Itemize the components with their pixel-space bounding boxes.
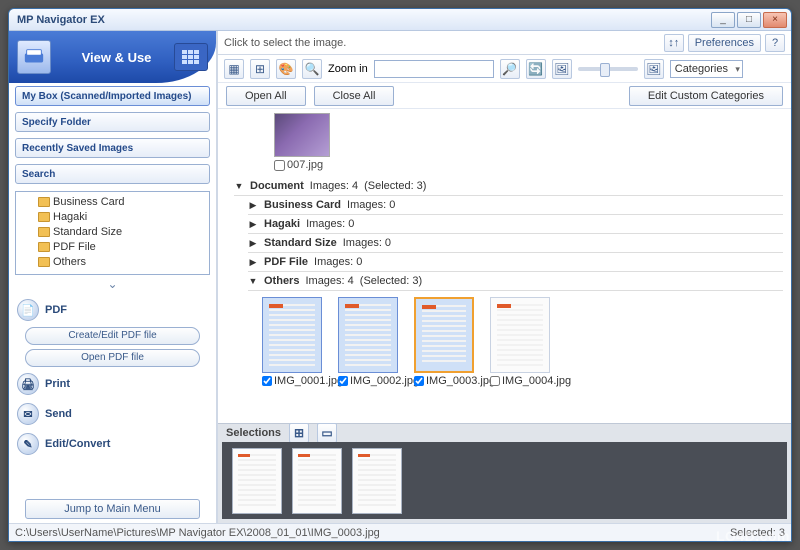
toolbar-hint: Click to select the image.	[224, 37, 346, 49]
group-header-others[interactable]: ▼OthersImages: 4(Selected: 3)	[248, 272, 783, 291]
disclosure-triangle-icon[interactable]: ▶	[248, 238, 258, 249]
nav-my-box[interactable]: My Box (Scanned/Imported Images)	[15, 86, 210, 106]
thumbnail[interactable]	[274, 113, 330, 157]
thumb-checkbox[interactable]	[262, 376, 272, 386]
folder-tree[interactable]: Business Card Hagaki Standard Size PDF F…	[15, 191, 210, 275]
group-header-document[interactable]: ▼ Document Images: 4 (Selected: 3)	[234, 177, 783, 196]
image-large-icon: 🖼	[644, 59, 664, 79]
status-path: C:\Users\UserName\Pictures\MP Navigator …	[15, 527, 380, 539]
status-selected-count: Selected: 3	[730, 527, 785, 539]
nav-recently-saved[interactable]: Recently Saved Images	[15, 138, 210, 158]
search-input[interactable]	[374, 60, 494, 78]
view-large-icon[interactable]: ▦	[224, 59, 244, 79]
folder-icon	[38, 197, 50, 207]
thumbnail-card[interactable]: IMG_0001.jpg	[262, 297, 326, 387]
preferences-button[interactable]: Preferences	[688, 34, 761, 52]
window-title: MP Navigator EX	[13, 14, 105, 26]
thumb-checkbox[interactable]	[274, 160, 285, 171]
minimize-button[interactable]: _	[711, 12, 735, 28]
zoom-in-label: Zoom in	[328, 63, 368, 75]
print-icon: 🖨	[17, 373, 39, 395]
thumbnail-size-slider[interactable]	[578, 67, 638, 71]
disclosure-triangle-icon[interactable]: ▶	[248, 257, 258, 268]
group-header[interactable]: ▶Standard SizeImages: 0	[248, 234, 783, 253]
send-section[interactable]: ✉ Send	[9, 399, 216, 429]
grid-mode-icon[interactable]	[174, 43, 208, 71]
search-go-icon[interactable]: 🔎	[500, 59, 520, 79]
image-list[interactable]: 007.jpg ▼ Document Images: 4 (Selected: …	[218, 109, 791, 423]
send-icon: ✉	[17, 403, 39, 425]
pdf-section: 📄 PDF	[9, 295, 216, 325]
print-section[interactable]: 🖨 Print	[9, 369, 216, 399]
thumbnail-caption: 007.jpg	[274, 159, 334, 171]
group-header[interactable]: ▶PDF FileImages: 0	[248, 253, 783, 272]
tree-item[interactable]: PDF File	[20, 239, 205, 254]
view-small-icon[interactable]: ⊞	[250, 59, 270, 79]
view-use-label: View & Use	[59, 50, 174, 65]
maximize-button[interactable]: □	[737, 12, 761, 28]
nav-search[interactable]: Search	[15, 164, 210, 184]
selections-strip[interactable]	[222, 442, 787, 519]
image-small-icon: 🖼	[552, 59, 572, 79]
app-window: MP Navigator EX _ □ × View & Use My Box …	[8, 8, 792, 542]
group-header[interactable]: ▶HagakiImages: 0	[248, 215, 783, 234]
close-all-button[interactable]: Close All	[314, 86, 395, 106]
group-header[interactable]: ▶Business CardImages: 0	[248, 196, 783, 215]
categories-dropdown[interactable]: Categories	[670, 60, 743, 78]
thumb-checkbox[interactable]	[338, 376, 348, 386]
tree-item[interactable]: Hagaki	[20, 209, 205, 224]
folder-icon	[38, 212, 50, 222]
disclosure-triangle-icon[interactable]: ▼	[248, 276, 258, 286]
selections-panel: Selections ⊞ ▭	[218, 423, 791, 523]
nav-specify-folder[interactable]: Specify Folder	[15, 112, 210, 132]
selection-thumb[interactable]	[292, 448, 342, 514]
selection-thumb[interactable]	[352, 448, 402, 514]
edit-convert-section[interactable]: ✎ Edit/Convert	[9, 429, 216, 459]
sort-toggle-icon[interactable]: ↕↑	[664, 34, 684, 52]
selections-label: Selections	[226, 427, 281, 439]
disclosure-triangle-icon[interactable]: ▶	[248, 200, 258, 211]
group-action-bar: Open All Close All Edit Custom Categorie…	[218, 83, 791, 109]
sidebar-header: View & Use	[9, 31, 216, 83]
status-bar: C:\Users\UserName\Pictures\MP Navigator …	[9, 523, 791, 541]
disclosure-triangle-icon[interactable]: ▶	[248, 219, 258, 230]
tree-item[interactable]: Others	[20, 254, 205, 269]
zoom-in-icon[interactable]: 🔍	[302, 59, 322, 79]
folder-icon	[38, 242, 50, 252]
edit-icon: ✎	[17, 433, 39, 455]
close-button[interactable]: ×	[763, 12, 787, 28]
pdf-icon: 📄	[17, 299, 39, 321]
selection-clear-icon[interactable]: ▭	[317, 423, 337, 443]
content-area: Click to select the image. ↕↑ Preference…	[217, 31, 791, 523]
thumbnail-card[interactable]: IMG_0004.jpg	[490, 297, 554, 387]
folder-icon	[38, 227, 50, 237]
thumbnail-card[interactable]: IMG_0002.jpg	[338, 297, 402, 387]
open-pdf-button[interactable]: Open PDF file	[25, 349, 200, 367]
thumb-checkbox[interactable]	[414, 376, 424, 386]
tree-item[interactable]: Business Card	[20, 194, 205, 209]
help-button[interactable]: ?	[765, 34, 785, 52]
selection-thumb[interactable]	[232, 448, 282, 514]
selection-grid-icon[interactable]: ⊞	[289, 423, 309, 443]
palette-icon[interactable]: 🎨	[276, 59, 296, 79]
tree-item[interactable]: Standard Size	[20, 224, 205, 239]
open-all-button[interactable]: Open All	[226, 86, 306, 106]
thumb-checkbox[interactable]	[490, 376, 500, 386]
top-toolbar: Click to select the image. ↕↑ Preference…	[218, 31, 791, 55]
thumbnail-card-active[interactable]: IMG_0003.jpg	[414, 297, 478, 387]
disclosure-triangle-icon[interactable]: ▼	[234, 181, 244, 191]
collapse-chevron-icon[interactable]: ⌄	[9, 277, 216, 291]
refresh-icon[interactable]: 🔄	[526, 59, 546, 79]
edit-categories-button[interactable]: Edit Custom Categories	[629, 86, 783, 106]
view-toolbar: ▦ ⊞ 🎨 🔍 Zoom in 🔎 🔄 🖼 🖼 Categories	[218, 55, 791, 83]
sidebar: View & Use My Box (Scanned/Imported Imag…	[9, 31, 217, 523]
jump-main-menu-button[interactable]: Jump to Main Menu	[25, 499, 200, 519]
scanner-icon	[17, 40, 51, 74]
thumbnail-row: IMG_0001.jpg IMG_0002.jpg IMG_0003.jpg I…	[248, 291, 783, 391]
create-pdf-button[interactable]: Create/Edit PDF file	[25, 327, 200, 345]
folder-icon	[38, 257, 50, 267]
titlebar[interactable]: MP Navigator EX _ □ ×	[9, 9, 791, 31]
